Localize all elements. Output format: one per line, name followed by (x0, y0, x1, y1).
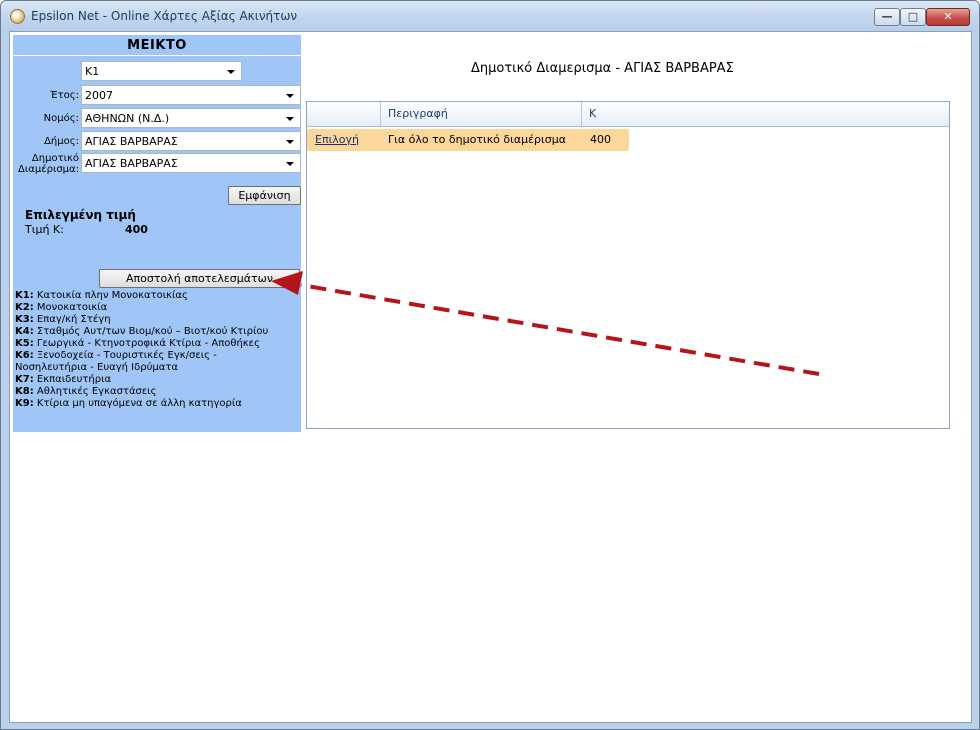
select-link[interactable]: Επιλογή (315, 129, 359, 151)
year-select-value: 2007 (85, 89, 113, 102)
row-description: Για όλο το δημοτικό διαμέρισμα (388, 133, 566, 146)
column-header-action[interactable] (307, 102, 381, 126)
chevron-down-icon (286, 117, 294, 121)
minimize-button[interactable]: — (874, 8, 900, 26)
chevron-down-icon (286, 162, 294, 166)
filter-panel: ΜΕΙΚΤΟ Κ1 Έτος: 2007 Νομός: ΑΘΗΝΩΝ (Ν.Δ.… (13, 35, 301, 432)
category-select-value: Κ1 (85, 65, 100, 78)
column-header-description[interactable]: Περιγραφή (381, 102, 582, 126)
legend-item: Κ8: Αθλητικές Εγκαστάσεις (15, 386, 157, 397)
district-select[interactable]: ΑΓΙΑΣ ΒΑΡΒΑΡΑΣ (81, 153, 301, 173)
chevron-down-icon (286, 140, 294, 144)
title-bar[interactable]: Epsilon Net - Online Χάρτες Αξίας Ακινήτ… (1, 1, 979, 31)
window-title: Epsilon Net - Online Χάρτες Αξίας Ακινήτ… (31, 9, 298, 23)
legend-item: Κ4: Σταθμός Αυτ/των Βιομ/κού – Βιοτ/κού … (15, 326, 269, 337)
legend-item: Κ5: Γεωργικά - Κτηνοτροφικά Κτίρια - Απο… (15, 338, 260, 349)
legend-item: Κ2: Μονοκατοικία (15, 302, 108, 313)
app-logo-icon (10, 9, 25, 24)
prefecture-select[interactable]: ΑΘΗΝΩΝ (Ν.Δ.) (81, 108, 301, 128)
column-header-k[interactable]: Κ (582, 102, 949, 126)
district-select-value: ΑΓΙΑΣ ΒΑΡΒΑΡΑΣ (85, 157, 178, 170)
app-window: Epsilon Net - Online Χάρτες Αξίας Ακινήτ… (0, 0, 980, 730)
year-label: Έτος: (50, 90, 79, 101)
legend-item: Νοσηλευτήρια - Ευαγή Ιδρύματα (15, 362, 178, 373)
legend-item: Κ6: Ξενοδοχεία - Τουριστικές Εγκ/σεις - (15, 350, 217, 361)
table-row[interactable]: Επιλογή Για όλο το δημοτικό διαμέρισμα 4… (307, 129, 629, 151)
send-results-button[interactable]: Αποστολή αποτελεσμάτων (99, 269, 300, 288)
row-k-value: 400 (590, 133, 611, 146)
maximize-button[interactable]: □ (900, 8, 926, 26)
municipality-select[interactable]: ΑΓΙΑΣ ΒΑΡΒΑΡΑΣ (81, 131, 301, 151)
panel-header: ΜΕΙΚΤΟ (13, 35, 301, 56)
prefecture-label: Νομός: (43, 113, 79, 124)
area-title: Δημοτικό Διαμερισμα - ΑΓΙΑΣ ΒΑΡΒΑΡΑΣ (471, 61, 734, 76)
selected-value-title: Επιλεγμένη τιμή (25, 208, 136, 222)
legend-item: Κ9: Κτίρια μη υπαγόμενα σε άλλη κατηγορί… (15, 398, 242, 409)
category-select[interactable]: Κ1 (81, 61, 242, 81)
municipality-select-value: ΑΓΙΑΣ ΒΑΡΒΑΡΑΣ (85, 135, 178, 148)
legend-item: Κ3: Επαγ/κή Στέγη (15, 314, 111, 325)
selected-value-label: Τιμή Κ: (25, 223, 64, 236)
chevron-down-icon (286, 94, 294, 98)
grid-header: Περιγραφή Κ (307, 102, 949, 127)
legend-item: Κ7: Εκπαιδευτήρια (15, 374, 112, 385)
chevron-down-icon (227, 70, 235, 74)
prefecture-select-value: ΑΘΗΝΩΝ (Ν.Δ.) (85, 112, 170, 125)
district-label-line2: Διαμέρισμα: (18, 164, 79, 175)
results-grid: Περιγραφή Κ Επιλογή Για όλο το δημοτικό … (306, 101, 950, 429)
year-select[interactable]: 2007 (81, 85, 301, 105)
district-label-line1: Δημοτικό (31, 153, 79, 164)
close-button[interactable]: ✕ (926, 8, 970, 26)
legend-item: Κ1: Κατοικία πλην Μονοκατοικίας (15, 290, 188, 301)
municipality-label: Δήμος: (44, 136, 79, 147)
show-button[interactable]: Εμφάνιση (228, 186, 301, 205)
selected-value: 400 (125, 223, 148, 236)
category-legend: Κ1: Κατοικία πλην Μονοκατοικίας Κ2: Μονο… (15, 290, 300, 410)
